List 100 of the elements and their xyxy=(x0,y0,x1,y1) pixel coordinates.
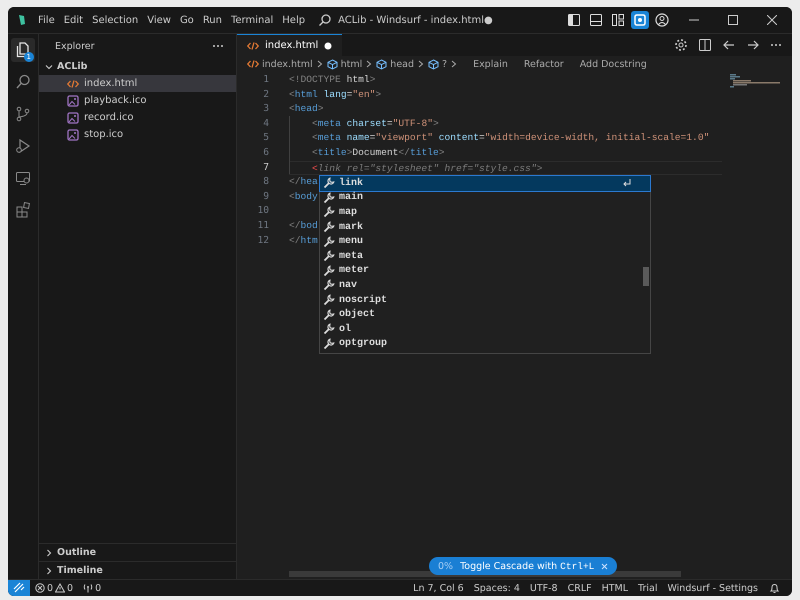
chevron-icon xyxy=(451,60,458,68)
status-item[interactable]: Trial xyxy=(638,582,658,594)
scrollbar-thumb[interactable] xyxy=(643,267,649,286)
titlebar-command[interactable]: Go xyxy=(180,14,194,26)
titlebar-command[interactable]: Terminal xyxy=(231,14,274,26)
suggestion-item[interactable]: menu xyxy=(320,234,650,249)
ports-status[interactable]: 0 xyxy=(83,582,102,594)
cube-icon xyxy=(428,58,440,70)
close-icon[interactable] xyxy=(767,15,777,25)
back-arrow-icon[interactable] xyxy=(722,38,736,52)
wrench-icon xyxy=(323,192,335,204)
explorer-entry[interactable]: playback.ico xyxy=(39,92,236,109)
wrench-icon xyxy=(323,221,335,234)
code-line: <body xyxy=(289,190,318,202)
code-icon xyxy=(67,78,79,88)
error-icon xyxy=(35,583,45,593)
titlebar-command[interactable]: File xyxy=(38,14,55,26)
branch-icon xyxy=(14,105,32,123)
folder-item[interactable]: ACLib xyxy=(39,58,236,75)
forward-arrow-icon[interactable] xyxy=(746,38,760,52)
more-icon[interactable] xyxy=(212,44,224,48)
breadcrumb[interactable]: ? xyxy=(428,58,448,70)
line-number: 3 xyxy=(262,102,270,116)
code-line: </bod xyxy=(289,220,318,231)
suggestion-item[interactable]: map xyxy=(320,205,650,220)
suggestion-item[interactable]: noscript xyxy=(320,292,650,308)
line-number: 1 xyxy=(262,73,270,87)
code-action-link[interactable]: Add Docstring xyxy=(580,58,647,70)
cube-icon xyxy=(326,58,338,70)
chevron-icon xyxy=(366,60,372,68)
breadcrumb[interactable]: index.html xyxy=(247,58,313,70)
remote-button[interactable] xyxy=(8,580,30,596)
code-line: <!DOCTYPE html> xyxy=(289,74,376,85)
account-icon[interactable] xyxy=(653,11,671,29)
line-number: 6 xyxy=(262,146,270,160)
status-item[interactable]: Spaces: 4 xyxy=(474,582,520,594)
cube-icon xyxy=(376,58,388,70)
maximize-icon[interactable] xyxy=(728,15,738,25)
code-action-link[interactable]: Explain xyxy=(473,58,508,70)
line-number: 7 xyxy=(262,160,270,175)
status-item[interactable]: CRLF xyxy=(568,582,592,594)
explorer-entry[interactable]: index.html xyxy=(39,75,236,92)
titlebar-command[interactable]: Run xyxy=(202,14,222,26)
line-number: 12 xyxy=(256,234,270,248)
suggestion-item[interactable]: object xyxy=(320,307,650,322)
explorer-entry[interactable]: record.ico xyxy=(39,109,236,126)
line-number: 5 xyxy=(262,131,270,146)
layout-icon[interactable] xyxy=(609,11,627,29)
suggestion-item[interactable]: main xyxy=(320,190,650,206)
titlebar-command[interactable]: Help xyxy=(282,14,306,26)
unsaved-dot-icon xyxy=(324,42,332,50)
suggestion-item[interactable]: optgroup xyxy=(320,336,650,352)
breadcrumb[interactable]: head xyxy=(376,58,414,70)
chevron-icon xyxy=(45,548,53,556)
status-item[interactable]: HTML xyxy=(602,582,628,594)
code-action-link[interactable]: Refactor xyxy=(524,58,564,70)
warning-icon xyxy=(55,583,66,593)
titlebar-command[interactable]: Selection xyxy=(92,14,138,26)
suggestion-item[interactable]: ol xyxy=(320,322,650,337)
editor-tab[interactable]: index.html xyxy=(237,34,342,56)
sidebar-toggle-icon[interactable] xyxy=(565,11,583,29)
return-key-icon xyxy=(622,178,632,188)
suggestion-item[interactable]: link xyxy=(320,176,650,191)
search-icon[interactable] xyxy=(318,13,332,27)
code-icon xyxy=(247,40,259,50)
status-item[interactable]: UTF-8 xyxy=(530,582,558,594)
code-icon xyxy=(247,59,259,69)
code-line: <html lang="en"> xyxy=(289,88,382,100)
status-item[interactable]: Ln 7, Col 6 xyxy=(413,582,464,594)
titlebar-command[interactable]: View xyxy=(147,14,171,26)
breadcrumb[interactable]: html xyxy=(326,58,362,70)
wrench-icon xyxy=(323,236,335,248)
explorer-entry[interactable]: stop.ico xyxy=(39,126,236,143)
suggestion-item[interactable]: nav xyxy=(320,278,650,293)
more-icon[interactable] xyxy=(770,43,782,47)
chevron-icon xyxy=(316,60,323,68)
wrench-icon xyxy=(323,323,335,336)
problems-status[interactable]: 0 0 xyxy=(35,582,74,594)
cascade-icon[interactable] xyxy=(631,11,649,29)
settings-icon[interactable] xyxy=(674,38,688,52)
bell-icon[interactable] xyxy=(769,582,780,594)
chevron-icon xyxy=(45,62,53,70)
minimap-drawing xyxy=(730,74,780,88)
split-editor-icon[interactable] xyxy=(698,38,712,52)
suggestion-item[interactable]: meta xyxy=(320,248,650,264)
section-header[interactable]: Outline xyxy=(39,543,236,561)
titlebar-command[interactable]: Edit xyxy=(64,14,84,26)
line-number: 2 xyxy=(262,88,270,102)
window-title: ACLib - Windsurf - index.html● xyxy=(338,14,493,26)
wrench-icon xyxy=(323,338,335,350)
status-item[interactable]: Windsurf - Settings xyxy=(667,582,758,594)
chevron-icon xyxy=(45,566,53,574)
suggestion-item[interactable]: meter xyxy=(320,264,650,278)
code-line: </hea xyxy=(289,176,318,188)
wrench-icon xyxy=(323,264,335,277)
code-line: <link rel="stylesheet" href="style.css"> xyxy=(311,162,542,174)
cascade-toast[interactable]: 0% Toggle Cascade with Ctrl+L xyxy=(429,557,618,575)
wrench-icon xyxy=(323,206,335,218)
panel-toggle-icon[interactable] xyxy=(587,11,605,29)
suggestion-item[interactable]: mark xyxy=(320,220,650,234)
